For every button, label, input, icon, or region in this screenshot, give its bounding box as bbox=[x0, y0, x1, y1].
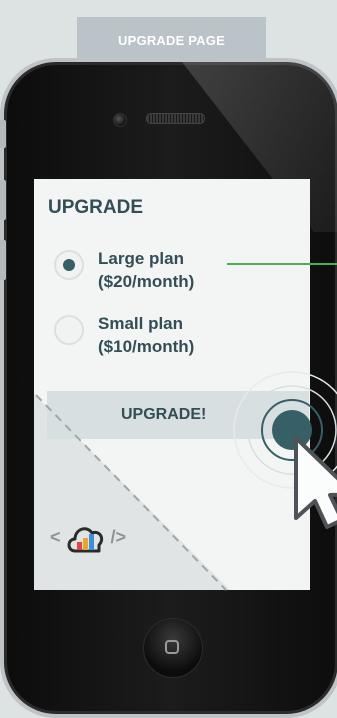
plan-price: ($10/month) bbox=[98, 337, 195, 356]
phone-camera-icon bbox=[113, 113, 127, 127]
upgrade-button[interactable]: UPGRADE! bbox=[47, 391, 309, 439]
app-logo: < /> bbox=[50, 519, 126, 555]
plan-name: Large plan bbox=[98, 249, 184, 268]
cloud-chart-logo-icon bbox=[67, 527, 103, 553]
phone-screen: UPGRADE Large plan ($20/month) Small pla… bbox=[34, 179, 310, 590]
plan-label: Large plan ($20/month) bbox=[98, 247, 194, 293]
plan-label: Small plan ($10/month) bbox=[98, 312, 194, 358]
mute-switch bbox=[0, 120, 6, 148]
screen-title: UPGRADE bbox=[48, 197, 144, 218]
plan-price: ($20/month) bbox=[98, 272, 195, 291]
volume-down-button bbox=[0, 240, 6, 280]
logo-right-glyph: /> bbox=[110, 526, 127, 547]
volume-up-button bbox=[0, 180, 6, 220]
radio-selected[interactable] bbox=[54, 250, 84, 280]
logo-left-glyph: < bbox=[50, 526, 61, 547]
home-button-icon[interactable] bbox=[143, 618, 203, 678]
radio-unselected[interactable] bbox=[54, 315, 84, 345]
plan-option-large[interactable]: Large plan ($20/month) bbox=[54, 247, 194, 293]
plan-option-small[interactable]: Small plan ($10/month) bbox=[54, 312, 194, 358]
phone-speaker-icon bbox=[146, 113, 205, 124]
home-square-icon bbox=[165, 640, 179, 654]
radio-dot bbox=[63, 259, 75, 271]
plan-name: Small plan bbox=[98, 314, 184, 333]
option-connector-line bbox=[227, 263, 337, 265]
page-label: UPGRADE PAGE bbox=[77, 17, 266, 64]
